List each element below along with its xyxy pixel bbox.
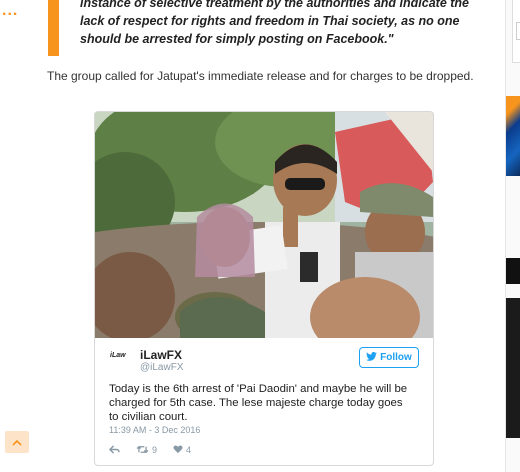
- tweet-text: Today is the 6th arrest of 'Pai Daodin' …: [109, 383, 408, 423]
- twitter-bird-icon: [366, 351, 378, 364]
- chevron-up-icon: [12, 433, 22, 451]
- tweet-actions: 9 4: [108, 443, 201, 457]
- scroll-to-top-button[interactable]: [5, 431, 29, 453]
- sidebar-widget-frame: [512, 0, 520, 63]
- sidebar-widget-panel[interactable]: [506, 298, 520, 438]
- right-sidebar: [505, 0, 520, 472]
- like-count: 4: [186, 445, 192, 455]
- tweet-photo[interactable]: [95, 112, 433, 338]
- retweet-icon: [136, 445, 149, 456]
- ellipsis-indicator: ...: [2, 2, 19, 19]
- quote-accent-bar: [48, 0, 59, 56]
- tweet-timestamp[interactable]: 11:39 AM - 3 Dec 2016: [109, 425, 200, 435]
- article-paragraph: The group called for Jatupat's immediate…: [47, 69, 474, 83]
- reply-action[interactable]: [108, 444, 120, 456]
- ilaw-logo[interactable]: iLaw: [110, 349, 132, 363]
- retweet-action[interactable]: 9: [136, 445, 157, 456]
- tweet-author-name[interactable]: iLawFX: [140, 348, 182, 362]
- embedded-tweet[interactable]: iLaw iLawFX @iLawFX Follow Today is the …: [94, 111, 434, 466]
- blockquote-text: instance of selective treatment by the a…: [80, 0, 469, 46]
- reply-icon: [108, 444, 120, 456]
- heart-icon: [173, 445, 183, 456]
- follow-button[interactable]: Follow: [359, 347, 419, 368]
- tweet-header: iLaw iLawFX @iLawFX Follow: [95, 338, 433, 380]
- like-action[interactable]: 4: [173, 445, 191, 456]
- sidebar-ad-image[interactable]: [506, 96, 520, 176]
- retweet-count: 9: [152, 445, 158, 455]
- tweet-author-handle[interactable]: @iLawFX: [140, 362, 184, 373]
- sidebar-widget-header: [506, 258, 520, 284]
- follow-label: Follow: [380, 352, 412, 363]
